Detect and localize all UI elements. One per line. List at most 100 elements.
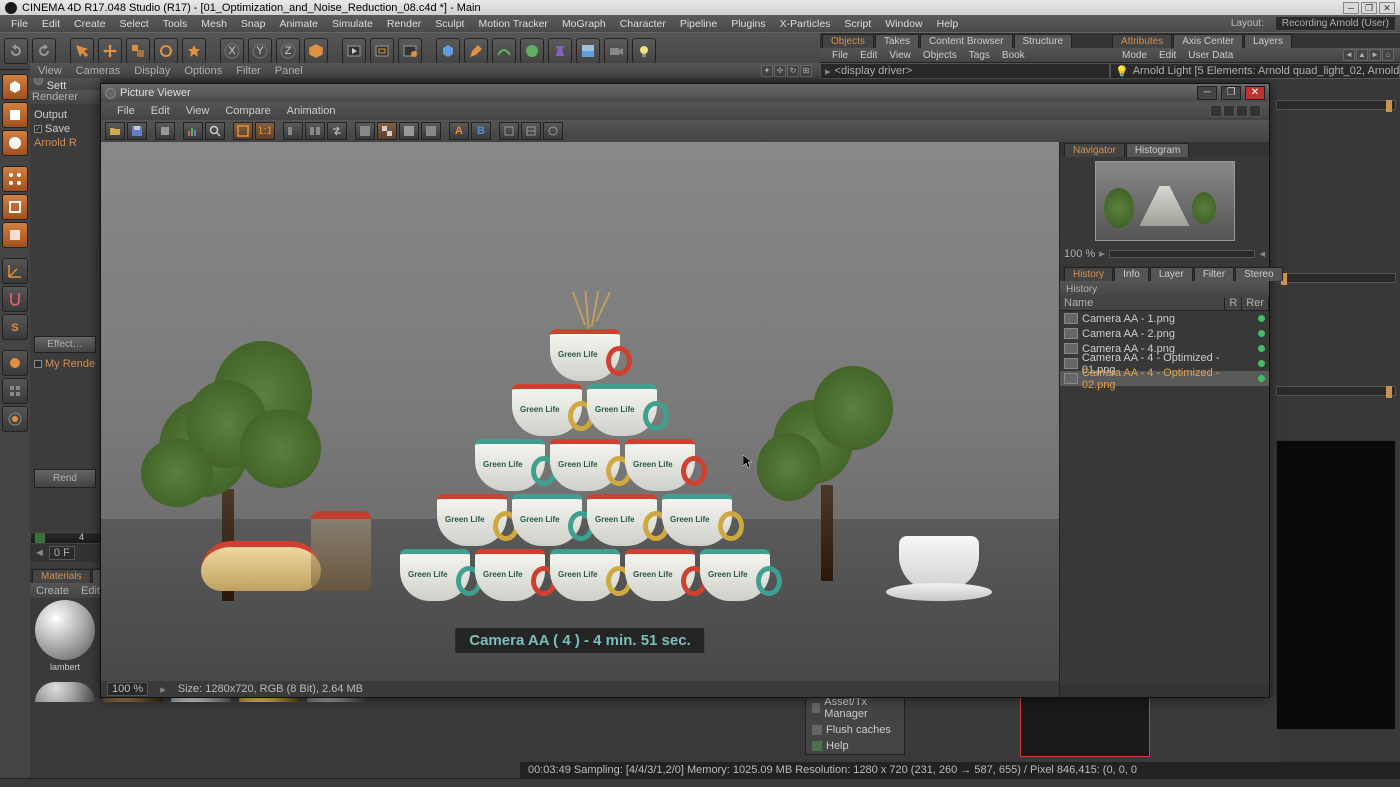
material-lambert[interactable]: lambert xyxy=(32,600,98,680)
attr-menu-edit[interactable]: Edit xyxy=(1153,50,1182,61)
close-button[interactable]: ✕ xyxy=(1379,2,1395,14)
rs-my-render[interactable]: My Rende xyxy=(45,357,95,371)
maximize-button[interactable]: ❐ xyxy=(1361,2,1377,14)
menu-pipeline[interactable]: Pipeline xyxy=(673,18,724,30)
content-browser-tab[interactable]: Content Browser xyxy=(920,34,1012,48)
pv-histogram-icon[interactable] xyxy=(183,122,203,140)
axis-mode[interactable] xyxy=(2,258,28,284)
z-axis-button[interactable]: Z xyxy=(276,38,300,64)
lasso-tool[interactable] xyxy=(182,38,206,64)
obj-menu-objects[interactable]: Objects xyxy=(917,50,963,61)
main-menubar[interactable]: File Edit Create Select Tools Mesh Snap … xyxy=(0,15,1400,32)
menu-character[interactable]: Character xyxy=(613,18,673,30)
rs-arnold[interactable]: Arnold R xyxy=(34,136,96,150)
menu-sculpt[interactable]: Sculpt xyxy=(428,18,471,30)
vp-nav-1[interactable]: ✦ xyxy=(761,65,773,77)
view-menu-view[interactable]: View xyxy=(38,65,62,77)
pv-layout-4[interactable] xyxy=(1249,105,1261,117)
objects-tab[interactable]: Objects xyxy=(822,34,874,48)
pv-actual-icon[interactable]: 1:1 xyxy=(255,122,275,140)
viewport-solo[interactable] xyxy=(2,350,28,376)
effect-button[interactable]: Effect… xyxy=(34,336,96,353)
edge-mode[interactable] xyxy=(2,194,28,220)
minimize-button[interactable]: ─ xyxy=(1343,2,1359,14)
pv-minimize[interactable]: ─ xyxy=(1197,86,1217,100)
attr-menu-mode[interactable]: Mode xyxy=(1116,50,1153,61)
vp-nav-3[interactable]: ↻ xyxy=(787,65,799,77)
vp-nav-2[interactable]: ✢ xyxy=(774,65,786,77)
environment-button[interactable] xyxy=(576,38,600,64)
navigator-thumbnail[interactable] xyxy=(1095,161,1235,241)
snap-mode[interactable] xyxy=(2,286,28,312)
render-region-button[interactable] xyxy=(370,38,394,64)
menu-plugins[interactable]: Plugins xyxy=(724,18,772,30)
scale-tool[interactable] xyxy=(126,38,150,64)
model-mode[interactable] xyxy=(2,74,28,100)
view-menu-cameras[interactable]: Cameras xyxy=(76,65,121,77)
mat-menu-edit[interactable]: Edit xyxy=(81,585,100,597)
pv-filter-2[interactable] xyxy=(521,122,541,140)
attr-slider-2[interactable] xyxy=(1276,273,1396,283)
info-tab[interactable]: Info xyxy=(1114,267,1149,281)
menu-mesh[interactable]: Mesh xyxy=(194,18,234,30)
histogram-tab[interactable]: Histogram xyxy=(1126,143,1190,157)
pv-close[interactable]: ✕ xyxy=(1245,86,1265,100)
display-driver-dropdown[interactable]: ▸<display driver> xyxy=(820,63,1110,79)
attr-menu-userdata[interactable]: User Data xyxy=(1182,50,1239,61)
history-tab[interactable]: History xyxy=(1064,267,1113,281)
attr-nav-prev[interactable]: ◄ xyxy=(1343,49,1355,61)
menu-render[interactable]: Render xyxy=(380,18,428,30)
ctx-help[interactable]: Help xyxy=(806,738,904,754)
x-axis-button[interactable]: X xyxy=(220,38,244,64)
render-pv-button[interactable] xyxy=(398,38,422,64)
redo-button[interactable] xyxy=(32,38,56,64)
move-tool[interactable] xyxy=(98,38,122,64)
history-item-2[interactable]: Camera AA - 2.png xyxy=(1060,326,1269,341)
pv-menu-animation[interactable]: Animation xyxy=(279,105,344,117)
pv-channel-g[interactable] xyxy=(421,122,441,140)
attr-nav-home[interactable]: ⌂ xyxy=(1382,49,1394,61)
pv-side-scrollbar[interactable] xyxy=(1060,685,1269,697)
rs-save[interactable]: Save xyxy=(45,122,70,136)
viewport-locked[interactable] xyxy=(2,378,28,404)
pv-compare-swap[interactable] xyxy=(327,122,347,140)
menu-animate[interactable]: Animate xyxy=(272,18,325,30)
mat-menu-create[interactable]: Create xyxy=(36,585,69,597)
obj-menu-book[interactable]: Book xyxy=(996,50,1031,61)
pv-save-icon[interactable] xyxy=(127,122,147,140)
attr-slider-3[interactable] xyxy=(1276,386,1396,396)
pv-letter-a[interactable]: A xyxy=(449,122,469,140)
frame-field[interactable]: 0 F xyxy=(49,546,75,560)
pv-menu-compare[interactable]: Compare xyxy=(217,105,278,117)
history-item-1[interactable]: Camera AA - 1.png xyxy=(1060,311,1269,326)
pv-filter-3[interactable] xyxy=(543,122,563,140)
pv-channel-r[interactable] xyxy=(399,122,419,140)
render-view[interactable]: Green Life Green Life Green Life Green L… xyxy=(101,142,1059,681)
y-axis-button[interactable]: Y xyxy=(248,38,272,64)
rotate-tool[interactable] xyxy=(154,38,178,64)
pv-open-icon[interactable] xyxy=(105,122,125,140)
pv-zoom-icon[interactable] xyxy=(205,122,225,140)
col-rer[interactable]: Rer xyxy=(1242,297,1269,310)
nurbs-button[interactable] xyxy=(492,38,516,64)
rs-output[interactable]: Output xyxy=(34,108,96,122)
ctx-asset-tx-manager[interactable]: Asset/Tx Manager xyxy=(806,694,904,722)
col-r[interactable]: R xyxy=(1225,297,1242,310)
view-menu-display[interactable]: Display xyxy=(134,65,170,77)
vp-nav-4[interactable]: ⊞ xyxy=(800,65,812,77)
history-item-5[interactable]: Camera AA - 4 - Optimized - 02.png xyxy=(1060,371,1269,386)
render-view-button[interactable] xyxy=(342,38,366,64)
point-mode[interactable] xyxy=(2,166,28,192)
nav-zoom-slider[interactable] xyxy=(1109,250,1256,258)
material-extra-1[interactable] xyxy=(32,682,98,762)
texture-mode[interactable] xyxy=(2,130,28,156)
coord-button[interactable] xyxy=(304,38,328,64)
pen-tool[interactable] xyxy=(464,38,488,64)
menu-motion-tracker[interactable]: Motion Tracker xyxy=(471,18,554,30)
stereo-tab[interactable]: Stereo xyxy=(1235,267,1282,281)
filter-tab[interactable]: Filter xyxy=(1194,267,1234,281)
materials-tab[interactable]: Materials xyxy=(32,569,91,583)
menu-window[interactable]: Window xyxy=(878,18,929,30)
pv-stop-icon[interactable] xyxy=(155,122,175,140)
pv-channel-rgb[interactable] xyxy=(355,122,375,140)
